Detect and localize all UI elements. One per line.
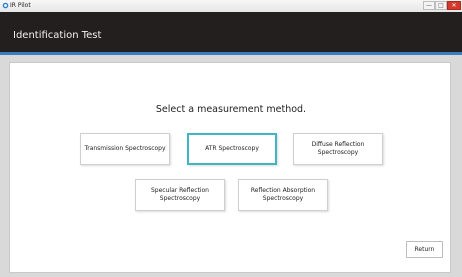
- transmission-spectroscopy-button[interactable]: Transmission Spectroscopy: [80, 133, 170, 165]
- option-label: Diffuse Reflection Spectroscopy: [311, 141, 365, 156]
- option-label: Specular Reflection Spectroscopy: [151, 187, 209, 202]
- reflection-absorption-spectroscopy-button[interactable]: Reflection Absorption Spectroscopy: [238, 179, 328, 211]
- content-frame: [0, 55, 462, 277]
- content-panel: [9, 62, 451, 273]
- window-title: IR Pilot: [10, 2, 31, 9]
- app-icon: [2, 2, 9, 9]
- return-label: Return: [414, 246, 435, 253]
- maximize-button[interactable]: □: [435, 1, 447, 10]
- option-label: Transmission Spectroscopy: [84, 145, 166, 152]
- measurement-prompt: Select a measurement method.: [155, 104, 307, 115]
- minimize-button[interactable]: —: [423, 1, 435, 10]
- diffuse-reflection-spectroscopy-button[interactable]: Diffuse Reflection Spectroscopy: [293, 133, 383, 165]
- option-label: Reflection Absorption Spectroscopy: [250, 187, 316, 202]
- return-button[interactable]: Return: [406, 241, 443, 258]
- option-label: ATR Spectroscopy: [205, 145, 259, 152]
- page-title: Identification Test: [13, 30, 102, 41]
- specular-reflection-spectroscopy-button[interactable]: Specular Reflection Spectroscopy: [135, 179, 225, 211]
- atr-spectroscopy-button[interactable]: ATR Spectroscopy: [187, 133, 277, 165]
- close-button[interactable]: ✕: [447, 1, 461, 10]
